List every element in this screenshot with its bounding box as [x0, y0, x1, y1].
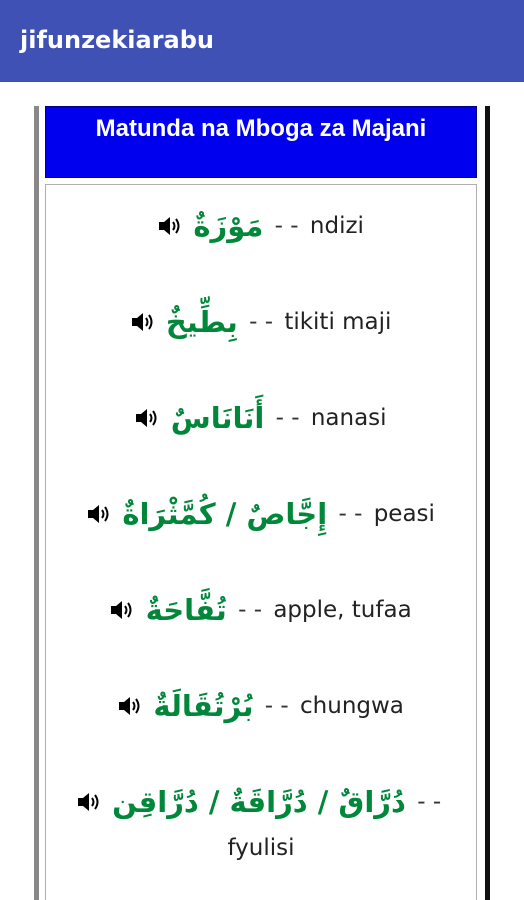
separator: - -	[264, 693, 289, 719]
list-item: بُرْتُقَالَةٌ - - chungwa	[46, 689, 476, 723]
swahili-meaning: peasi	[373, 501, 435, 527]
arabic-word: دُرَّاقٌ / دُرَّاقَةٌ / دُرَّاقِن	[112, 785, 406, 819]
lesson-title: Matunda na Mboga za Majani	[95, 115, 427, 142]
separator: - -	[238, 597, 263, 623]
speaker-icon[interactable]	[77, 791, 101, 813]
separator: - -	[275, 405, 300, 431]
arabic-word: مَوْزَةٌ	[193, 209, 264, 243]
list-item: بِطِّيخٌ - - tikiti maji	[46, 305, 476, 339]
list-item: دُرَّاقٌ / دُرَّاقَةٌ / دُرَّاقِن - - fy…	[46, 785, 476, 861]
arabic-word: أَنَانَاسٌ	[170, 401, 265, 435]
swahili-meaning: nanasi	[310, 405, 387, 431]
arabic-word: تُفَّاحَةٌ	[145, 593, 227, 627]
list-item: تُفَّاحَةٌ - - apple, tufaa	[46, 593, 476, 627]
vocabulary-list: مَوْزَةٌ - - ndizi بِطِّيخٌ - - tikiti m…	[45, 184, 477, 900]
separator: - -	[249, 309, 273, 335]
swahili-meaning: fyulisi	[227, 835, 295, 861]
list-item: مَوْزَةٌ - - ndizi	[46, 209, 476, 243]
speaker-icon[interactable]	[135, 407, 159, 429]
swahili-meaning: ndizi	[309, 213, 364, 239]
list-item: أَنَانَاسٌ - - nanasi	[46, 401, 476, 435]
separator: - -	[417, 789, 442, 815]
separator: - -	[274, 213, 299, 239]
separator: - -	[338, 501, 363, 527]
speaker-icon[interactable]	[118, 695, 142, 717]
list-item: إِجَّاصٌ / كُمَّثْرَاةٌ - - peasi	[46, 497, 476, 531]
swahili-meaning: chungwa	[300, 693, 404, 719]
arabic-word: إِجَّاصٌ / كُمَّثْرَاةٌ	[122, 497, 328, 531]
swahili-meaning: tikiti maji	[284, 309, 392, 335]
speaker-icon[interactable]	[110, 599, 134, 621]
swahili-meaning: apple, tufaa	[273, 597, 412, 623]
lesson-frame: Matunda na Mboga za Majani مَوْزَةٌ - - …	[34, 106, 490, 900]
speaker-icon[interactable]	[158, 215, 182, 237]
app-bar: jifunzekiarabu	[0, 0, 524, 82]
arabic-word: بُرْتُقَالَةٌ	[153, 689, 254, 723]
speaker-icon[interactable]	[87, 503, 111, 525]
lesson-header: Matunda na Mboga za Majani	[45, 106, 477, 178]
arabic-word: بِطِّيخٌ	[165, 305, 238, 339]
speaker-icon[interactable]	[131, 311, 155, 333]
app-title: jifunzekiarabu	[20, 26, 214, 54]
content-area: Matunda na Mboga za Majani مَوْزَةٌ - - …	[0, 82, 524, 900]
